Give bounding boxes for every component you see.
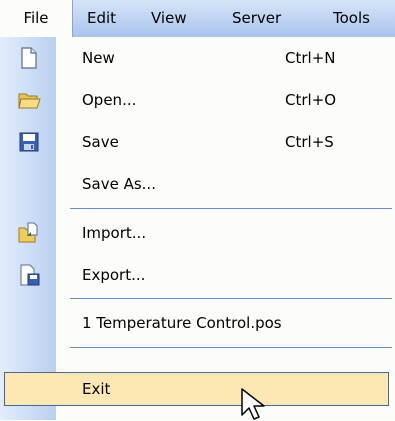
menu-item-shortcut: Ctrl+S	[285, 133, 334, 151]
menu-edit[interactable]: Edit	[87, 0, 116, 37]
export-icon	[20, 264, 40, 286]
menu-item-open[interactable]: Open... Ctrl+O	[0, 79, 395, 121]
mouse-pointer-icon	[241, 388, 265, 420]
menu-bar: File Edit View Server Tools	[0, 0, 395, 38]
menu-item-exit[interactable]: Exit	[4, 372, 389, 406]
menu-item-label: Import...	[82, 224, 147, 242]
menu-item-save-as[interactable]: Save As...	[0, 163, 395, 205]
menu-item-label: Save	[82, 133, 119, 151]
menu-file[interactable]: File	[0, 0, 73, 38]
menu-item-label: Save As...	[82, 175, 156, 193]
menu-item-shortcut: Ctrl+N	[285, 49, 336, 67]
menu-item-label: Open...	[82, 91, 137, 109]
menu-tools[interactable]: Tools	[333, 0, 370, 37]
menu-item-recent-file[interactable]: 1 Temperature Control.pos	[0, 302, 395, 344]
import-icon	[18, 222, 38, 243]
menu-separator	[70, 347, 392, 348]
new-document-icon	[21, 47, 37, 69]
menu-item-label: 1 Temperature Control.pos	[82, 314, 282, 332]
menu-item-label: Export...	[82, 266, 146, 284]
menu-item-import[interactable]: Import...	[0, 212, 395, 254]
menu-view[interactable]: View	[151, 0, 187, 37]
save-disk-icon	[19, 132, 39, 152]
menu-item-label: Exit	[82, 380, 111, 398]
menu-separator	[70, 298, 392, 299]
menu-item-shortcut: Ctrl+O	[285, 91, 337, 109]
menu-item-export[interactable]: Export...	[0, 254, 395, 296]
file-menu-dropdown: New Ctrl+N Open... Ctrl+O Save Ctrl+S Sa…	[0, 37, 395, 420]
open-folder-icon	[18, 93, 41, 109]
menu-item-save[interactable]: Save Ctrl+S	[0, 121, 395, 163]
menu-item-label: New	[82, 49, 115, 67]
menu-item-new[interactable]: New Ctrl+N	[0, 37, 395, 79]
menu-separator	[70, 208, 392, 209]
menu-server[interactable]: Server	[232, 0, 281, 37]
